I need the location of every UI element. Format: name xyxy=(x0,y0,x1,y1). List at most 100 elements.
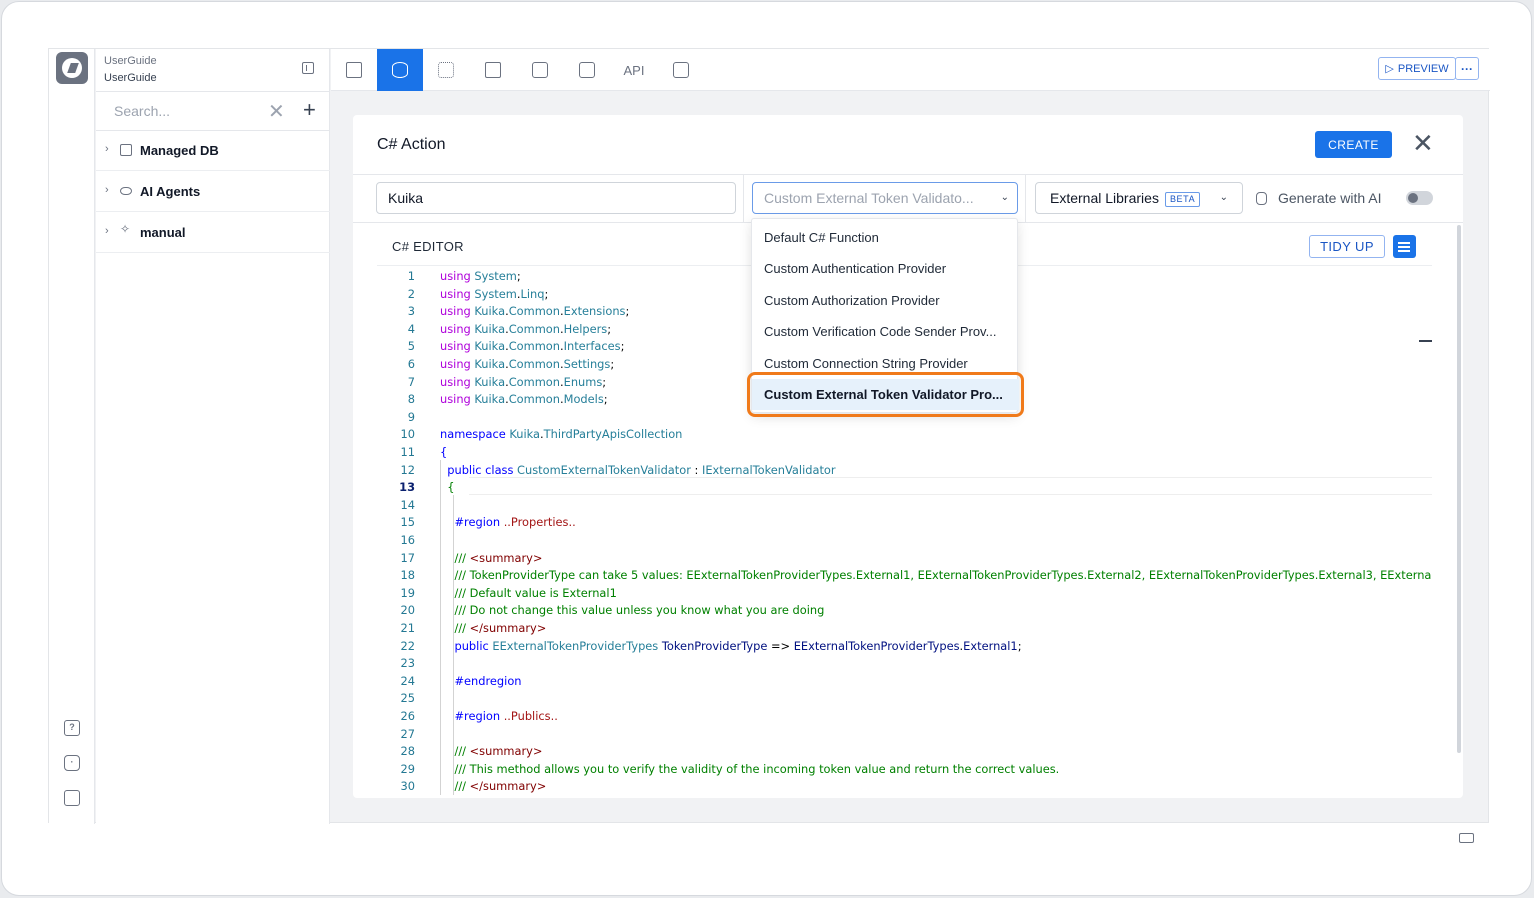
help-icon[interactable]: ? xyxy=(64,720,80,736)
tab-api[interactable]: API xyxy=(611,49,657,91)
tidy-up-button[interactable]: TIDY UP xyxy=(1309,235,1385,258)
clear-search-icon[interactable]: ✕ xyxy=(268,99,285,124)
chevron-right-icon[interactable]: › xyxy=(105,143,109,155)
code-token: using xyxy=(440,304,475,319)
code-text: /// </summary> xyxy=(440,620,546,638)
line-number: 27 xyxy=(400,726,416,741)
code-token: using xyxy=(440,269,475,283)
eye-icon xyxy=(120,187,132,195)
tab-document[interactable] xyxy=(517,49,563,91)
chevron-down-icon: ⌄ xyxy=(1000,192,1009,203)
line-number: 12 xyxy=(400,462,416,477)
editor-label: C# EDITOR xyxy=(392,239,464,254)
line-number: 1 xyxy=(407,269,415,283)
selection-highlight-ring xyxy=(747,372,1024,417)
code-token: Settings xyxy=(563,357,611,371)
window-frame: ? · UserGuide UserGuide Search... ✕ + › … xyxy=(1,1,1532,896)
keyboard-icon[interactable] xyxy=(1459,833,1474,843)
tab-api-label: API xyxy=(623,62,645,78)
close-icon[interactable]: ✕ xyxy=(1412,129,1434,157)
code-line: 22 public EExternalTokenProviderTypes To… xyxy=(377,638,1432,656)
word-wrap-icon[interactable] xyxy=(1393,235,1416,258)
code-text: using Kuika.Common.Interfaces; xyxy=(440,338,624,356)
add-item-icon[interactable]: + xyxy=(303,97,316,123)
code-line: 27 xyxy=(377,726,1432,744)
project-line-2: UserGuide xyxy=(104,72,157,84)
search-input[interactable]: Search... xyxy=(114,103,170,119)
code-token: Kuika xyxy=(509,427,541,442)
preview-button[interactable]: ▷ PREVIEW xyxy=(1378,57,1456,80)
more-options-button[interactable]: ··· xyxy=(1455,57,1479,80)
code-text: public EExternalTokenProviderTypes Token… xyxy=(440,638,1021,656)
code-token: public xyxy=(454,638,493,653)
tab-monitor[interactable] xyxy=(658,49,704,91)
code-text: using Kuika.Common.Models; xyxy=(440,391,608,409)
code-token: </summary> xyxy=(469,779,547,794)
dropdown-option[interactable]: Custom Verification Code Sender Prov... xyxy=(752,316,1019,347)
collapse-sidebar-icon[interactable] xyxy=(302,62,314,74)
line-number: 2 xyxy=(407,286,415,301)
line-number: 30 xyxy=(400,779,416,794)
tree-item-manual[interactable]: › ✧ manual xyxy=(96,213,330,253)
line-number: 9 xyxy=(407,409,415,424)
tree-item-ai-agents[interactable]: › AI Agents xyxy=(96,172,330,212)
code-token: Extensions xyxy=(563,304,626,319)
external-libraries-label: External Libraries xyxy=(1050,190,1159,206)
tab-mail[interactable] xyxy=(470,49,516,91)
tree-item-managed-db[interactable]: › Managed DB xyxy=(96,131,330,171)
dropdown-option[interactable]: Default C# Function xyxy=(752,222,1019,253)
app-logo[interactable] xyxy=(56,52,88,84)
book-icon[interactable] xyxy=(64,790,80,806)
chat-icon[interactable]: · xyxy=(64,755,80,771)
tab-design[interactable] xyxy=(331,49,377,91)
tab-calendar[interactable] xyxy=(564,49,610,91)
preview-label: PREVIEW xyxy=(1397,62,1449,75)
line-number: 4 xyxy=(407,321,415,336)
code-text: /// TokenProviderType can take 5 values:… xyxy=(440,567,1432,585)
action-type-value: Custom External Token Validato... xyxy=(764,190,974,206)
code-text: /// </summary> xyxy=(440,778,546,795)
code-line: 16 xyxy=(377,532,1432,550)
edit-icon xyxy=(346,62,362,78)
code-token: ; xyxy=(607,321,612,336)
chevron-right-icon[interactable]: › xyxy=(105,184,109,196)
code-token: EExternalTokenProviderTypes xyxy=(492,638,662,653)
line-number: 22 xyxy=(400,638,416,653)
sidebar: UserGuide UserGuide Search... ✕ + › Mana… xyxy=(96,49,330,824)
dropdown-option[interactable]: Custom Authorization Provider xyxy=(752,285,1019,316)
code-token: /// Do not change this value unless you … xyxy=(454,603,825,618)
tree-item-label: Managed DB xyxy=(140,143,219,158)
action-name-input[interactable]: Kuika xyxy=(376,182,736,214)
code-line: 24 #endregion xyxy=(377,673,1432,691)
code-token: using xyxy=(440,357,475,371)
code-token: ; xyxy=(544,286,549,301)
code-token: { xyxy=(447,480,455,495)
code-line: 14 xyxy=(377,497,1432,515)
code-token: /// xyxy=(454,744,470,759)
generate-with-ai-toggle[interactable] xyxy=(1406,191,1433,205)
ai-icon xyxy=(1256,192,1267,205)
action-type-select[interactable]: Custom External Token Validato... ⌄ xyxy=(752,182,1018,214)
database-icon xyxy=(392,62,408,78)
editor-scrollbar[interactable] xyxy=(1457,225,1461,753)
app-shell: ? · UserGuide UserGuide Search... ✕ + › … xyxy=(48,48,1490,824)
line-number: 29 xyxy=(400,761,416,776)
project-name: UserGuide UserGuide xyxy=(104,53,157,87)
tab-workflow[interactable] xyxy=(423,49,469,91)
create-button[interactable]: CREATE xyxy=(1315,131,1392,158)
line-number: 21 xyxy=(400,621,416,635)
panel-title: C# Action xyxy=(377,136,446,153)
code-text: using System.Linq; xyxy=(440,286,548,304)
tab-data[interactable] xyxy=(377,49,423,91)
code-token: System xyxy=(474,286,517,301)
line-number: 26 xyxy=(400,709,416,723)
code-token: Kuika xyxy=(474,392,506,407)
chevron-right-icon[interactable]: › xyxy=(105,225,109,237)
code-text: /// <summary> xyxy=(440,743,542,761)
code-token: Common xyxy=(508,392,560,407)
dropdown-option[interactable]: Custom Authentication Provider xyxy=(752,253,1019,284)
external-libraries-select[interactable]: External Libraries BETA ⌄ xyxy=(1035,182,1243,214)
workflow-icon xyxy=(438,62,454,78)
sidebar-divider xyxy=(96,91,330,92)
